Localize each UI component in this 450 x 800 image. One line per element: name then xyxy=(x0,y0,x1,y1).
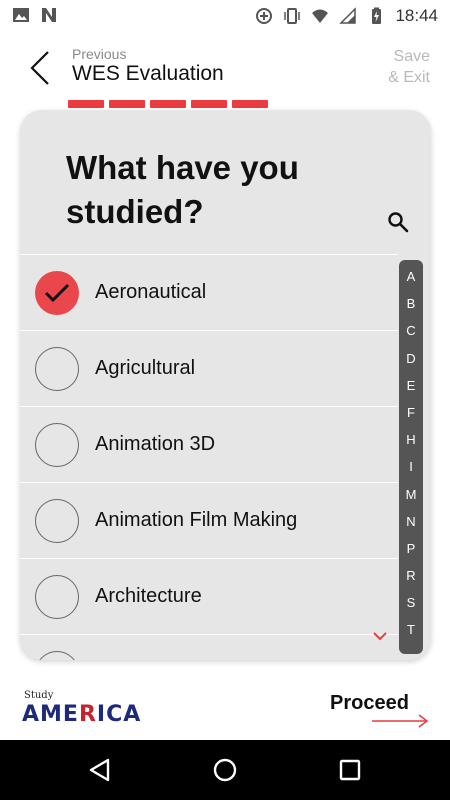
progress-segment xyxy=(109,100,145,108)
n-notification-icon xyxy=(42,8,56,22)
index-letter[interactable]: M xyxy=(406,487,417,515)
page-title: WES Evaluation xyxy=(72,62,224,85)
search-icon[interactable] xyxy=(386,210,410,234)
progress-segment xyxy=(68,100,104,108)
save-exit-line1: Save xyxy=(393,48,430,65)
recents-square-icon[interactable] xyxy=(336,756,364,784)
header: Previous WES Evaluation Save & Exit xyxy=(0,38,450,108)
unchecked-radio[interactable] xyxy=(35,423,79,467)
arrow-right-icon[interactable] xyxy=(372,714,430,728)
clock: 18:44 xyxy=(395,6,438,25)
vibrate-icon xyxy=(284,8,301,24)
index-letter[interactable]: A xyxy=(407,269,416,297)
save-exit-line2: & Exit xyxy=(388,69,430,86)
home-circle-icon[interactable] xyxy=(211,756,239,784)
option-label: Aeronautical xyxy=(95,281,207,303)
logo-part-blue2: ICA xyxy=(96,702,142,727)
study-america-logo: Study AMERICA xyxy=(22,690,142,728)
option-label: Animation 3D xyxy=(95,433,216,455)
index-letter[interactable]: D xyxy=(406,351,415,379)
previous-label[interactable]: Previous xyxy=(72,46,126,62)
question-card: What have you studied? Aeronautical Agri… xyxy=(20,110,431,660)
options-list: Aeronautical Agricultural Animation 3D A… xyxy=(20,255,398,660)
option-row[interactable]: Animation Film Making xyxy=(20,483,398,559)
progress-segment xyxy=(150,100,186,108)
progress-indicator xyxy=(68,100,268,108)
index-letter[interactable]: C xyxy=(406,324,415,351)
index-letter[interactable]: S xyxy=(407,596,416,623)
option-row-partial[interactable] xyxy=(20,635,398,660)
back-triangle-icon[interactable] xyxy=(86,756,114,784)
battery-charging-icon xyxy=(372,7,382,24)
option-label: Agricultural xyxy=(95,357,196,379)
option-row[interactable]: Agricultural xyxy=(20,331,398,407)
index-letter[interactable]: P xyxy=(407,541,416,569)
option-row[interactable]: Animation 3D xyxy=(20,407,398,483)
checked-radio[interactable] xyxy=(35,271,79,315)
proceed-button[interactable]: Proceed xyxy=(330,692,409,715)
system-navigation-bar xyxy=(0,740,450,800)
logo-study-text: Study xyxy=(24,690,54,701)
index-letter[interactable]: H xyxy=(406,433,415,460)
logo-part-blue: AME xyxy=(22,702,79,727)
option-label: Animation Film Making xyxy=(95,509,298,531)
data-saver-icon xyxy=(256,8,273,24)
logo-part-red: R xyxy=(78,702,97,727)
option-row[interactable]: Architecture xyxy=(20,559,398,635)
question-heading: What have you studied? xyxy=(66,149,299,230)
wifi-icon xyxy=(312,9,329,23)
index-letter[interactable]: E xyxy=(407,378,416,406)
unchecked-radio[interactable] xyxy=(35,499,79,543)
progress-segment xyxy=(232,100,268,108)
unchecked-radio[interactable] xyxy=(35,347,79,391)
index-letter[interactable]: I xyxy=(409,460,413,487)
index-letter[interactable]: F xyxy=(407,405,415,433)
save-exit-button[interactable]: Save & Exit xyxy=(380,46,430,88)
unchecked-radio[interactable] xyxy=(35,651,79,660)
alphabet-index[interactable]: A B C D E F H I M N P R S T xyxy=(399,260,423,654)
checkmark-icon xyxy=(44,283,70,303)
status-bar: 18:44 xyxy=(0,0,450,32)
cellular-signal-icon xyxy=(339,7,357,24)
unchecked-radio[interactable] xyxy=(35,575,79,619)
back-chevron-icon[interactable] xyxy=(22,48,62,88)
option-row[interactable]: Aeronautical xyxy=(20,255,398,331)
index-letter[interactable]: B xyxy=(407,297,416,324)
index-letter[interactable]: T xyxy=(407,623,415,650)
progress-segment xyxy=(191,100,227,108)
chevron-down-icon[interactable] xyxy=(372,630,388,642)
logo-america-text: AMERICA xyxy=(22,702,141,727)
index-letter[interactable]: N xyxy=(406,514,415,542)
index-letter[interactable]: R xyxy=(406,569,415,596)
option-label: Architecture xyxy=(95,585,202,607)
image-icon xyxy=(13,8,29,22)
